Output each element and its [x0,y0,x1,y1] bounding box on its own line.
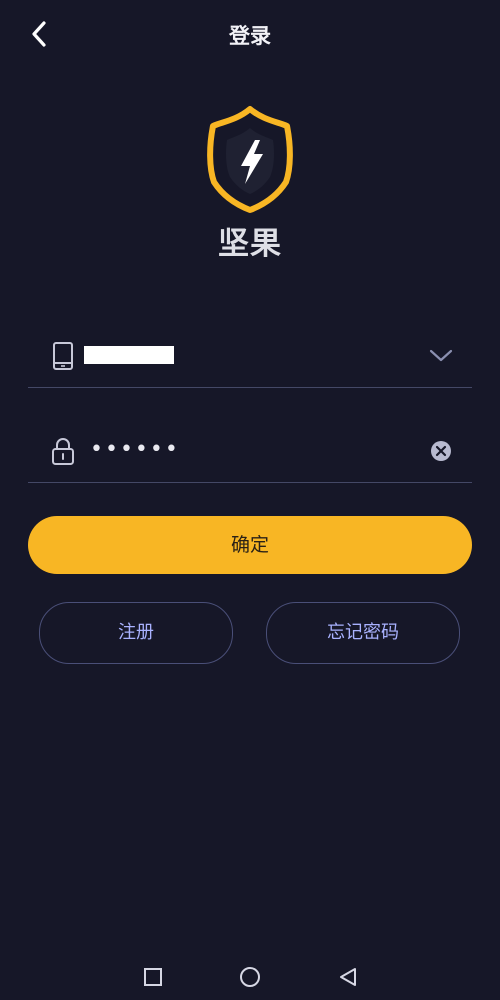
system-nav-bar [0,955,500,1000]
lightning-shield-icon [207,106,293,213]
lock-icon [52,438,74,465]
confirm-button[interactable]: 确定 [28,516,472,574]
chevron-down-icon[interactable] [428,345,454,365]
header-bar: 登录 [0,0,500,66]
circle-icon[interactable] [238,965,262,989]
square-icon[interactable] [141,965,165,989]
clear-circle-icon[interactable] [430,440,452,462]
password-field[interactable]: •••••• [28,420,472,483]
forgot-password-button[interactable]: 忘记密码 [266,602,460,664]
phone-icon [53,342,73,370]
app-name: 坚果 [218,226,282,262]
page-title: 登录 [229,24,271,48]
password-input-value[interactable]: •••••• [90,437,180,462]
phone-input-value[interactable] [84,346,174,364]
triangle-back-icon[interactable] [336,965,360,989]
register-button[interactable]: 注册 [39,602,233,664]
phone-field[interactable] [28,325,472,388]
